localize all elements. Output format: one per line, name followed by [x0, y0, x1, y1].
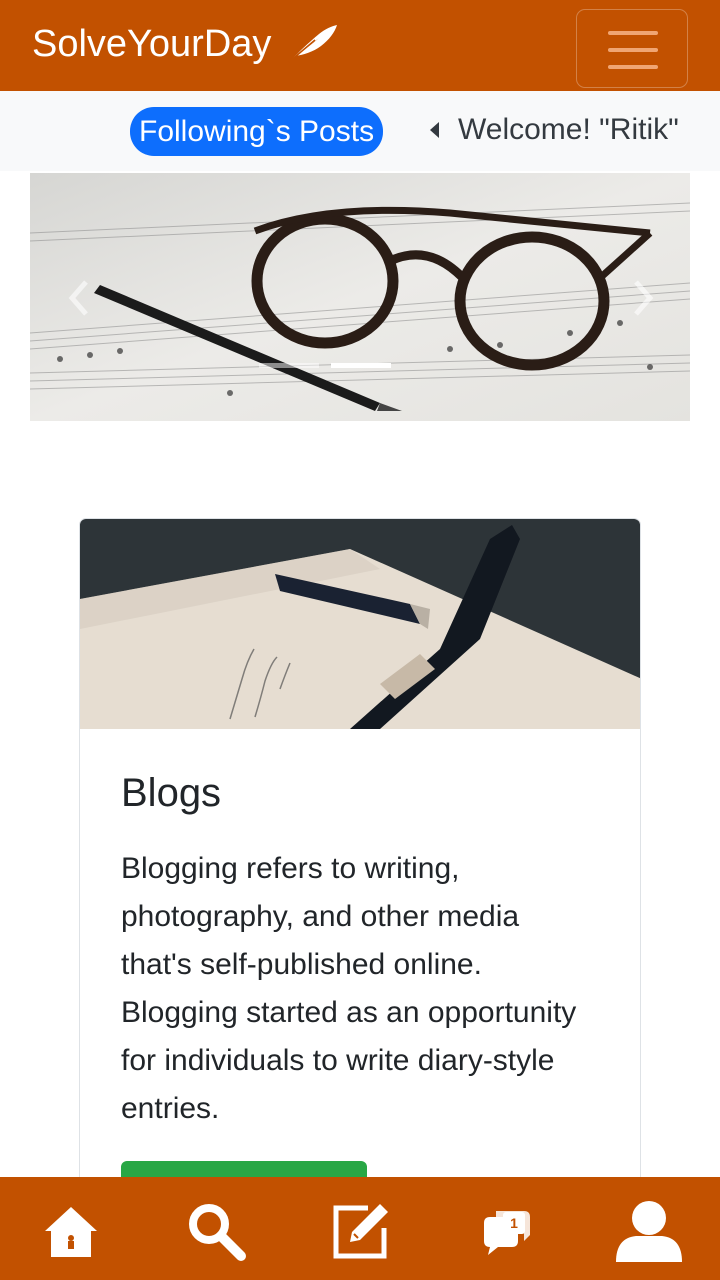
nav-create-post-button[interactable]: [328, 1199, 394, 1263]
nav-home-button[interactable]: [38, 1199, 104, 1263]
feather-icon: [288, 25, 338, 63]
hamburger-bar: [608, 65, 658, 69]
home-icon: [45, 1207, 97, 1257]
welcome-dropdown[interactable]: Welcome! "Ritik": [430, 113, 679, 147]
top-navbar: SolveYourDay: [0, 0, 720, 91]
carousel-indicators: [259, 363, 391, 368]
sub-navbar: Following`s Posts Welcome! "Ritik": [0, 91, 720, 171]
caret-left-icon: [430, 122, 439, 138]
carousel-indicator-active[interactable]: [331, 363, 391, 368]
search-icon: [189, 1204, 246, 1261]
carousel-next-button[interactable]: [628, 280, 658, 316]
nav-profile-button[interactable]: [614, 1199, 684, 1263]
image-carousel[interactable]: [30, 173, 690, 421]
carousel-prev-button[interactable]: [64, 280, 94, 316]
welcome-text: Welcome! "Ritik": [458, 113, 679, 146]
hamburger-bar: [608, 48, 658, 52]
carousel-indicator[interactable]: [259, 363, 319, 368]
bottom-navbar: 1: [0, 1177, 720, 1280]
notification-badge: 1: [503, 1212, 525, 1234]
brand[interactable]: SolveYourDay: [32, 22, 339, 66]
blogs-card: Blogs Blogging refers to writing, photog…: [79, 518, 641, 1218]
edit-icon: [333, 1204, 388, 1259]
hamburger-icon: [608, 31, 658, 35]
nav-search-button[interactable]: [183, 1199, 249, 1263]
card-image: [80, 519, 640, 729]
brand-name: SolveYourDay: [32, 22, 272, 65]
following-posts-button[interactable]: Following`s Posts: [130, 107, 384, 156]
card-title: Blogs: [121, 771, 222, 815]
user-icon: [616, 1201, 682, 1262]
carousel-slide-image: [30, 173, 690, 421]
card-text: Blogging refers to writing, photography,…: [121, 852, 577, 1125]
menu-toggle-button[interactable]: [576, 9, 688, 88]
